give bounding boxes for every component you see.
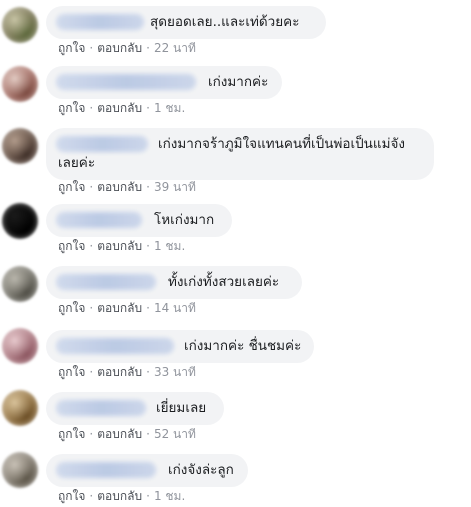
comment-actions: ถูกใจ · ตอบกลับ · 33 นาที [58,365,196,379]
avatar[interactable] [2,452,38,488]
like-button[interactable]: ถูกใจ [58,427,85,441]
comment-bubble: สุดยอดเลย..และเท่ด้วยคะ [46,6,326,39]
separator: · [146,41,150,55]
comment-timestamp[interactable]: 39 นาที [154,180,196,194]
comment-timestamp[interactable]: 1 ชม. [154,489,185,503]
reply-button[interactable]: ตอบกลับ [97,239,142,253]
separator: · [89,180,94,194]
comment-timestamp[interactable]: 1 ชม. [154,239,185,253]
comment-timestamp[interactable]: 1 ชม. [154,101,185,115]
comment-timestamp[interactable]: 33 นาที [154,365,196,379]
like-button[interactable]: ถูกใจ [58,365,85,379]
separator: · [146,365,150,379]
reply-button[interactable]: ตอบกลับ [97,101,142,115]
commenter-name[interactable] [56,274,156,290]
commenter-name[interactable] [56,74,196,90]
commenter-name[interactable] [56,212,142,228]
separator: · [89,365,94,379]
separator: · [146,301,150,315]
avatar[interactable] [2,66,38,102]
reply-button[interactable]: ตอบกลับ [97,365,142,379]
comment-timestamp[interactable]: 52 นาที [154,427,196,441]
commenter-name[interactable] [56,400,146,416]
reply-button[interactable]: ตอบกลับ [97,41,142,55]
comment-actions: ถูกใจ · ตอบกลับ · 14 นาที [58,301,196,315]
avatar[interactable] [2,7,38,43]
comment-bubble: เก่งมากค่ะ [46,66,282,99]
reply-button[interactable]: ตอบกลับ [97,180,142,194]
commenter-name[interactable] [56,462,156,478]
separator: · [89,489,94,503]
comment-bubble: เก่งมากค่ะ ชื่นชมค่ะ [46,330,314,363]
reply-button[interactable]: ตอบกลับ [97,301,142,315]
commenter-name[interactable] [56,136,148,152]
like-button[interactable]: ถูกใจ [58,41,85,55]
separator: · [146,180,150,194]
like-button[interactable]: ถูกใจ [58,301,85,315]
comment-bubble: ทั้งเก่งทั้งสวยเลยค่ะ [46,266,302,299]
reply-button[interactable]: ตอบกลับ [97,427,142,441]
separator: · [89,101,94,115]
comment-actions: ถูกใจ · ตอบกลับ · 1 ชม. [58,101,185,115]
avatar[interactable] [2,390,38,426]
like-button[interactable]: ถูกใจ [58,239,85,253]
comment-timestamp[interactable]: 22 นาที [154,41,196,55]
separator: · [89,41,94,55]
comment-bubble: เก่งจังล่ะลูก [46,454,248,487]
comment-actions: ถูกใจ · ตอบกลับ · 1 ชม. [58,489,185,503]
separator: · [146,239,150,253]
avatar[interactable] [2,328,38,364]
separator: · [89,427,94,441]
separator: · [146,489,150,503]
avatar[interactable] [2,128,38,164]
comment-bubble: เยี่ยมเลย [46,392,224,425]
comment-actions: ถูกใจ · ตอบกลับ · 1 ชม. [58,239,185,253]
comment-timestamp[interactable]: 14 นาที [154,301,196,315]
commenter-name[interactable] [56,14,144,30]
separator: · [89,301,94,315]
avatar[interactable] [2,203,38,239]
comment-actions: ถูกใจ · ตอบกลับ · 39 นาที [58,180,196,194]
like-button[interactable]: ถูกใจ [58,180,85,194]
avatar[interactable] [2,266,38,302]
comment-actions: ถูกใจ · ตอบกลับ · 52 นาที [58,427,196,441]
like-button[interactable]: ถูกใจ [58,489,85,503]
commenter-name[interactable] [56,338,174,354]
separator: · [89,239,94,253]
comment-bubble: โหเก่งมาก [46,204,232,237]
separator: · [146,101,150,115]
comment-bubble: เก่งมากจร้าภูมิใจแทนคนที่เป็นพ่อเป็นแม่จ… [46,128,434,180]
comment-list: สุดยอดเลย..และเท่ด้วยคะ ถูกใจ · ตอบกลับ · 22… [0,0,471,507]
comment-actions: ถูกใจ · ตอบกลับ · 22 นาที [58,41,196,55]
like-button[interactable]: ถูกใจ [58,101,85,115]
separator: · [146,427,150,441]
reply-button[interactable]: ตอบกลับ [97,489,142,503]
